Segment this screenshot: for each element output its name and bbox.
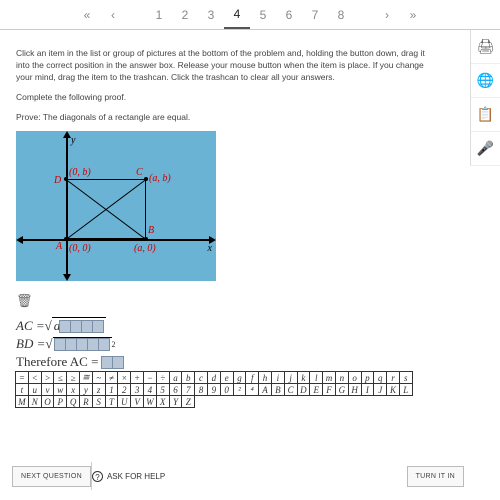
- tile-palette: =<>≤≥≅~≠×+−÷abcdegfhijklmnopqrs tuvwxyz1…: [16, 372, 428, 408]
- footer-bar: NEXT QUESTION ? ASK FOR HELP TURN IT IN: [12, 462, 464, 490]
- coord-A: (0, 0): [69, 243, 91, 254]
- help-icon: ?: [92, 471, 103, 482]
- equation-1: AC = √ a: [16, 317, 428, 334]
- label-C: C: [136, 167, 143, 178]
- instructions-text: Click an item in the list or group of pi…: [16, 48, 428, 84]
- tile[interactable]: E: [309, 383, 323, 396]
- geometry-figure: D (0, b) C (a, b) A (0, 0) B (a, 0) x y: [16, 131, 216, 281]
- coord-C: (a, b): [149, 173, 171, 184]
- mic-icon[interactable]: 🎤: [471, 132, 500, 166]
- tile[interactable]: 8: [194, 383, 208, 396]
- tile[interactable]: P: [53, 395, 67, 408]
- page-4[interactable]: 4: [224, 1, 250, 29]
- eq2-exp: 2: [112, 340, 116, 349]
- print-icon[interactable]: 🖨: [471, 30, 500, 64]
- equation-2: BD = √ 2: [16, 336, 428, 352]
- nav-first[interactable]: «: [74, 2, 100, 28]
- side-toolbar: 🖨 🌐 📋 🎤: [470, 30, 500, 166]
- page-1[interactable]: 1: [146, 2, 172, 28]
- radical-icon: √: [45, 336, 52, 352]
- task-text-2: Prove: The diagonals of a rectangle are …: [16, 112, 428, 124]
- page-5[interactable]: 5: [250, 2, 276, 28]
- page-8[interactable]: 8: [328, 2, 354, 28]
- tile[interactable]: Q: [66, 395, 80, 408]
- coord-B: (a, 0): [134, 243, 156, 254]
- ask-help-button[interactable]: ? ASK FOR HELP: [92, 471, 165, 482]
- eq1-lhs: AC =: [16, 318, 45, 334]
- tile[interactable]: S: [92, 395, 106, 408]
- nav-next[interactable]: ›: [374, 2, 400, 28]
- trash-icon[interactable]: 🗑: [16, 293, 33, 309]
- axis-x: x: [208, 243, 212, 254]
- next-question-button[interactable]: NEXT QUESTION: [12, 466, 91, 487]
- page-3[interactable]: 3: [198, 2, 224, 28]
- page-6[interactable]: 6: [276, 2, 302, 28]
- coord-D: (0, b): [69, 167, 91, 178]
- tile[interactable]: R: [79, 395, 93, 408]
- tile[interactable]: M: [15, 395, 29, 408]
- tile[interactable]: D: [297, 383, 311, 396]
- turn-in-button[interactable]: TURN IT IN: [407, 466, 464, 487]
- eq3-text: Therefore AC =: [16, 354, 98, 370]
- equation-3: Therefore AC =: [16, 354, 428, 370]
- tile[interactable]: J: [373, 383, 387, 396]
- label-B: B: [148, 225, 154, 236]
- page-2[interactable]: 2: [172, 2, 198, 28]
- tile[interactable]: Z: [181, 395, 195, 408]
- tile[interactable]: X: [156, 395, 170, 408]
- tile[interactable]: B: [271, 383, 285, 396]
- ask-help-label: ASK FOR HELP: [107, 472, 165, 481]
- page-7[interactable]: 7: [302, 2, 328, 28]
- tile[interactable]: W: [143, 395, 157, 408]
- tile[interactable]: ²: [233, 383, 247, 396]
- tile[interactable]: I: [361, 383, 375, 396]
- globe-icon[interactable]: 🌐: [471, 64, 500, 98]
- label-A: A: [56, 241, 62, 252]
- answer-blank[interactable]: [98, 338, 110, 351]
- tile[interactable]: G: [335, 383, 349, 396]
- tile[interactable]: T: [105, 395, 119, 408]
- tile[interactable]: U: [117, 395, 131, 408]
- radical-icon: √: [45, 318, 52, 334]
- tile[interactable]: Y: [169, 395, 183, 408]
- tile[interactable]: K: [386, 383, 400, 396]
- tile[interactable]: L: [399, 383, 413, 396]
- tile[interactable]: H: [348, 383, 362, 396]
- tile[interactable]: N: [28, 395, 42, 408]
- task-text-1: Complete the following proof.: [16, 92, 428, 104]
- nav-last[interactable]: »: [400, 2, 426, 28]
- nav-prev[interactable]: ‹: [100, 2, 126, 28]
- tile[interactable]: F: [322, 383, 336, 396]
- page-nav: « ‹ 1 2 3 4 5 6 7 8 › »: [0, 0, 500, 30]
- tile[interactable]: O: [41, 395, 55, 408]
- tile[interactable]: A: [258, 383, 272, 396]
- label-D: D: [54, 175, 61, 186]
- problem-area: Click an item in the list or group of pi…: [0, 30, 468, 408]
- tile[interactable]: ⁴: [245, 383, 259, 396]
- answer-blank[interactable]: [112, 356, 124, 369]
- tile[interactable]: 9: [207, 383, 221, 396]
- tile[interactable]: V: [130, 395, 144, 408]
- tile[interactable]: C: [284, 383, 298, 396]
- eq2-lhs: BD =: [16, 336, 45, 352]
- copy-icon[interactable]: 📋: [471, 98, 500, 132]
- tile[interactable]: 0: [220, 383, 234, 396]
- axis-y: y: [71, 135, 75, 146]
- answer-blank[interactable]: [92, 320, 104, 333]
